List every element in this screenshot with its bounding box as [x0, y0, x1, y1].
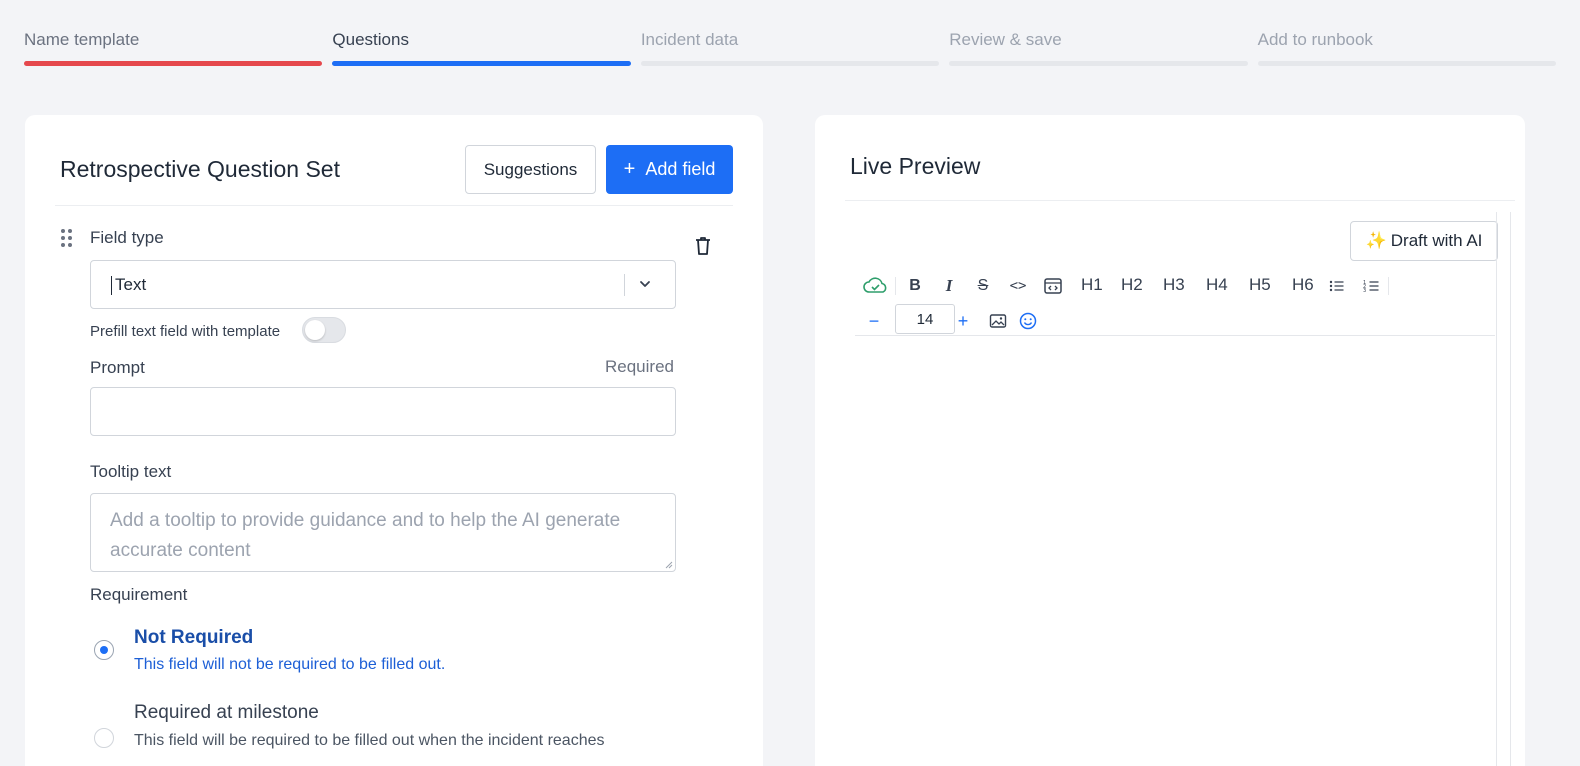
cloud-saved-icon [863, 277, 887, 293]
trash-icon[interactable] [693, 235, 713, 257]
step-progress-bar [949, 61, 1248, 66]
step-label: Questions [332, 30, 409, 49]
text-cursor [111, 276, 112, 295]
code-block-icon[interactable] [1043, 273, 1063, 299]
suggestions-button[interactable]: Suggestions [465, 145, 596, 194]
step-add-to-runbook[interactable]: Add to runbook [1257, 28, 1557, 66]
divider [55, 205, 733, 206]
question-set-card: Retrospective Question Set Suggestions +… [25, 115, 763, 766]
decrease-font-icon[interactable]: − [867, 308, 881, 334]
prompt-input[interactable] [90, 387, 676, 436]
resize-handle-icon[interactable] [665, 561, 673, 569]
step-questions[interactable]: Questions [332, 28, 631, 66]
toolbar-separator [1388, 277, 1389, 295]
increase-font-icon[interactable]: + [956, 308, 970, 334]
field-type-label: Field type [90, 228, 164, 247]
field-type-value: Text [115, 275, 147, 294]
sparkle-icon: ✨ [1365, 231, 1387, 250]
prefill-toggle[interactable] [302, 317, 346, 343]
bullet-list-icon[interactable] [1328, 273, 1346, 299]
heading-2-button[interactable]: H2 [1121, 275, 1143, 295]
option-title: Not Required [134, 627, 254, 648]
svg-text:3: 3 [1363, 288, 1366, 294]
tooltip-label: Tooltip text [90, 462, 172, 481]
field-type-select[interactable]: Text [90, 260, 676, 309]
plus-icon: + [623, 158, 636, 180]
option-title: Required at milestone [134, 702, 319, 723]
tooltip-textarea[interactable]: Add a tooltip to provide guidance and to… [90, 493, 676, 572]
drag-handle-icon[interactable] [61, 229, 73, 247]
strikethrough-icon[interactable]: S [974, 273, 992, 299]
image-icon[interactable] [989, 308, 1007, 334]
question-set-title: Retrospective Question Set [60, 156, 340, 182]
heading-6-button[interactable]: H6 [1292, 275, 1314, 295]
requirement-label: Requirement [90, 585, 188, 604]
editor-scrollbar[interactable] [1496, 212, 1511, 766]
add-field-label: Add field [645, 159, 716, 179]
step-review-save[interactable]: Review & save [949, 28, 1248, 66]
option-description: This field will be required to be filled… [134, 732, 605, 749]
live-preview-card: Live Preview ✨ Draft with AI B I S <> H1… [815, 115, 1525, 766]
font-size-input[interactable]: 14 [895, 304, 955, 334]
editor-toolbar-divider [855, 335, 1495, 336]
emoji-icon[interactable] [1019, 308, 1037, 334]
step-progress-bar [1257, 61, 1557, 66]
progress-stepper: Name template Questions Incident data Re… [24, 28, 1557, 66]
radio-required-at-milestone[interactable] [94, 728, 114, 748]
step-label: Add to runbook [1257, 30, 1373, 49]
live-preview-title: Live Preview [850, 153, 981, 179]
radio-not-required[interactable] [94, 640, 114, 660]
select-separator [624, 274, 625, 296]
step-progress-bar [332, 61, 631, 66]
prompt-label: Prompt [90, 358, 145, 377]
option-description: This field will not be required to be fi… [134, 656, 446, 673]
heading-3-button[interactable]: H3 [1163, 275, 1185, 295]
toggle-knob [305, 320, 325, 340]
step-label: Review & save [949, 30, 1062, 49]
numbered-list-icon[interactable]: 1 2 3 [1363, 273, 1381, 299]
bold-icon[interactable]: B [906, 273, 924, 299]
step-progress-bar [24, 61, 323, 66]
italic-icon[interactable]: I [940, 273, 958, 299]
draft-with-ai-button[interactable]: ✨ Draft with AI [1350, 221, 1498, 261]
toolbar-separator [895, 277, 896, 295]
step-progress-bar [640, 61, 940, 66]
step-label: Incident data [640, 30, 739, 49]
add-field-button[interactable]: + Add field [606, 145, 733, 194]
heading-5-button[interactable]: H5 [1249, 275, 1271, 295]
divider [845, 200, 1515, 201]
step-name-template[interactable]: Name template [24, 28, 323, 66]
heading-1-button[interactable]: H1 [1081, 275, 1103, 295]
tooltip-placeholder: Add a tooltip to provide guidance and to… [110, 510, 621, 561]
step-incident-data[interactable]: Incident data [640, 28, 940, 66]
chevron-down-icon[interactable] [637, 276, 653, 292]
code-icon[interactable]: <> [1007, 273, 1029, 299]
heading-4-button[interactable]: H4 [1206, 275, 1228, 295]
step-label: Name template [24, 30, 140, 49]
prefill-label: Prefill text field with template [90, 323, 281, 340]
required-tag: Required [605, 357, 674, 376]
draft-with-ai-label: Draft with AI [1390, 231, 1483, 250]
